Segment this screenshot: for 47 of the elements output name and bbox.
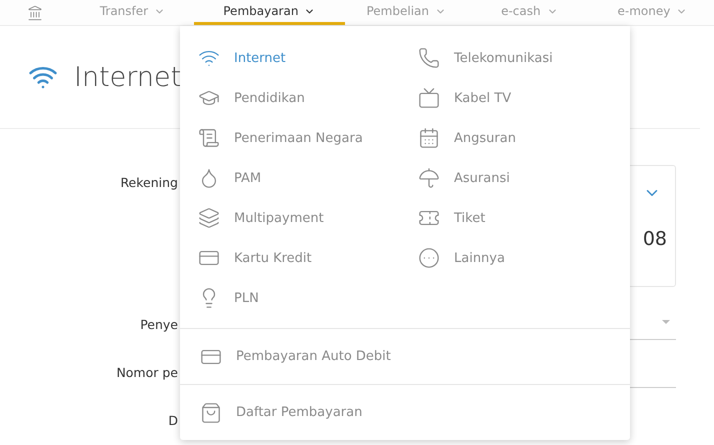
phone-icon (418, 47, 440, 69)
menu-item-label: Pendidikan (234, 90, 305, 106)
cards-icon (198, 207, 220, 229)
caret-icon (662, 320, 670, 324)
tv-icon (418, 87, 440, 109)
more-icon (418, 247, 440, 269)
menu-item-label: Pembayaran Auto Debit (236, 349, 391, 364)
field-label: Nomor pe (115, 364, 178, 382)
menu-item[interactable]: Penerimaan Negara (198, 118, 418, 158)
calendar-icon (418, 127, 440, 149)
field-label: Rekening (119, 174, 178, 192)
menu-item-label: Tiket (454, 210, 486, 226)
menu-item-label: Lainnya (454, 250, 505, 266)
menu-item[interactable]: Kabel TV (418, 78, 630, 118)
menu-item[interactable]: Pendidikan (198, 78, 418, 118)
menu-item[interactable]: Multipayment (198, 198, 418, 238)
menu-item[interactable]: Telekomunikasi (418, 38, 630, 78)
menu-item-label: Asuransi (454, 170, 510, 186)
menu-item-label: Daftar Pembayaran (236, 405, 362, 420)
menu-item[interactable]: Pembayaran Auto Debit (180, 329, 630, 385)
menu-item-label: PAM (234, 170, 262, 186)
menu-item[interactable]: PLN (198, 278, 418, 318)
nav-tab[interactable]: e-cash (468, 0, 591, 25)
menu-item-label: Kartu Kredit (234, 250, 312, 266)
menu-item-label: Telekomunikasi (454, 50, 553, 66)
bank-icon (27, 4, 44, 20)
menu-item[interactable]: Angsuran (418, 118, 630, 158)
field-label: D (167, 412, 178, 430)
menu-item-label: Internet (234, 50, 286, 66)
shopping-bag-icon (200, 402, 222, 424)
field-label: Penye (139, 316, 178, 334)
menu-item[interactable]: Kartu Kredit (198, 238, 418, 278)
menu-item-label: PLN (234, 290, 259, 306)
menu-item-label: Multipayment (234, 210, 324, 226)
nav-tab[interactable]: Pembelian (344, 0, 468, 25)
menu-item[interactable]: PAM (198, 158, 418, 198)
nav-tab[interactable]: e-money (590, 0, 714, 25)
account-number: 08 (642, 228, 667, 250)
umbrella-icon (418, 167, 440, 189)
menu-item-label: Kabel TV (454, 90, 512, 106)
menu-item[interactable]: Internet (198, 38, 418, 78)
scroll-icon (198, 127, 220, 149)
menu-item-label: Penerimaan Negara (234, 130, 363, 146)
nav-tab[interactable]: Transfer (70, 0, 194, 25)
menu-item-label: Angsuran (454, 130, 516, 146)
menu-item[interactable]: Daftar Pembayaran (180, 385, 630, 440)
page-title: Internet (74, 62, 182, 92)
